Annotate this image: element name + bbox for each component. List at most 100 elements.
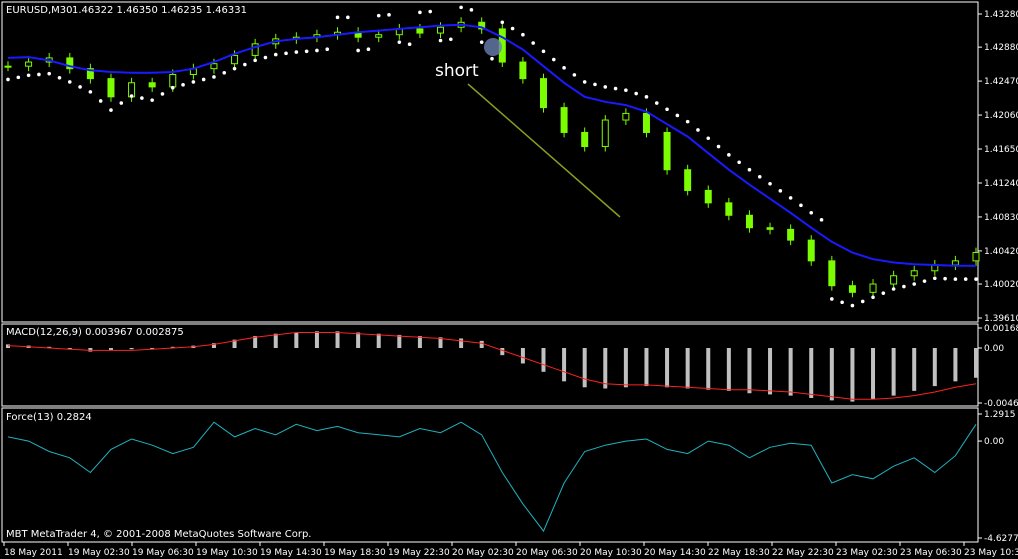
x-tick-label: 20 May 10:30 xyxy=(580,548,642,558)
candle-body xyxy=(910,270,918,277)
y-tick-label: 1.42060 xyxy=(984,111,1018,121)
sar-dot xyxy=(98,99,103,103)
sar-dot xyxy=(160,92,165,96)
sar-dot xyxy=(634,91,638,96)
sar-dot xyxy=(644,95,649,99)
symbol-label: EURUSD,M30 xyxy=(6,5,72,16)
sar-dot xyxy=(593,82,597,87)
y-tick-label: 1.39610 xyxy=(984,314,1018,324)
candle-body xyxy=(416,28,424,34)
macd-histogram-bar xyxy=(314,331,319,348)
y-tick-label: 1.2915 xyxy=(984,410,1016,420)
macd-histogram-bar xyxy=(603,348,608,389)
sar-dot xyxy=(57,75,62,80)
x-tick-label: 20 May 02:30 xyxy=(452,548,514,558)
sar-dot xyxy=(974,277,978,281)
macd-histogram-bar xyxy=(747,348,752,394)
y-tick-label: 1.41650 xyxy=(984,145,1018,155)
macd-histogram-bar xyxy=(376,333,381,348)
sar-dot xyxy=(284,51,288,56)
sar-dot xyxy=(613,86,618,91)
sar-dot xyxy=(119,101,124,105)
sar-dot xyxy=(222,71,227,75)
candle-body xyxy=(539,78,547,109)
candle-body xyxy=(437,26,445,34)
force-plot-layer xyxy=(7,421,977,533)
sar-dot xyxy=(551,57,556,62)
candle-body xyxy=(601,119,609,148)
sar-dot xyxy=(26,73,31,78)
sar-dot xyxy=(449,37,453,42)
force-label: Force(13) 0.2824 xyxy=(6,412,92,423)
sar-dot xyxy=(902,284,906,289)
candle-body xyxy=(519,61,527,80)
candle-body xyxy=(25,61,33,67)
sar-dot xyxy=(624,88,628,93)
sar-dot xyxy=(243,62,247,67)
sar-dot xyxy=(922,279,927,283)
sar-dot xyxy=(346,15,350,20)
macd-histogram-bar xyxy=(397,334,402,348)
sar-dot xyxy=(304,49,309,54)
y-tick-label: 1.43280 xyxy=(984,10,1018,20)
macd-histogram-bar xyxy=(953,348,958,382)
macd-histogram-bar xyxy=(335,331,340,348)
sar-dot xyxy=(315,48,319,53)
candle-body xyxy=(704,189,712,204)
y-tick-label: 1.42470 xyxy=(984,77,1018,87)
y-tick-label: 1.40420 xyxy=(984,247,1018,257)
sar-dot xyxy=(418,10,422,15)
sar-dot xyxy=(150,98,154,102)
sar-dot xyxy=(665,107,669,112)
x-tick-label: 20 May 06:30 xyxy=(516,548,578,558)
sar-dot xyxy=(459,5,463,10)
x-tick-label: 23 May 06:30 xyxy=(900,548,962,558)
candle-body xyxy=(684,169,692,191)
candle-body xyxy=(642,112,650,133)
copyright-label: MBT MetaTrader 4, © 2001-2008 MetaQuotes… xyxy=(6,529,311,540)
x-tick-label: 19 May 06:30 xyxy=(132,548,194,558)
sar-dot xyxy=(582,80,587,84)
sar-dot xyxy=(809,211,814,215)
macd-histogram-bar xyxy=(706,348,711,390)
y-tick-label: 1.40830 xyxy=(984,213,1018,223)
sar-dot xyxy=(747,167,752,172)
candle-body xyxy=(766,227,774,230)
sar-dot xyxy=(696,128,700,132)
macd-histogram-bar xyxy=(129,348,134,350)
macd-histogram-bar xyxy=(912,348,917,391)
macd-histogram-bar xyxy=(273,333,278,348)
y-tick-label: 0.00 xyxy=(984,437,1004,447)
sar-dot xyxy=(232,66,237,71)
sar-dot xyxy=(438,38,443,43)
macd-histogram-bar xyxy=(500,348,505,356)
sar-dot xyxy=(778,189,783,193)
price-chart: short EURUSD,M30 1.46322 1.46350 1.46235… xyxy=(1,1,1018,558)
x-tick-label: 19 May 10:30 xyxy=(196,548,258,558)
x-tick-label: 19 May 18:30 xyxy=(324,548,386,558)
sar-dot xyxy=(706,136,711,141)
macd-histogram-bar xyxy=(294,332,299,348)
sar-dot xyxy=(387,13,391,17)
candle-body xyxy=(745,214,753,229)
sar-dot xyxy=(273,52,278,57)
sar-dot xyxy=(881,291,886,295)
macd-histogram-bar xyxy=(871,348,876,400)
macd-histogram-bar xyxy=(88,348,93,352)
sar-dot xyxy=(850,303,855,308)
sar-dot xyxy=(181,83,185,87)
sar-dot xyxy=(768,182,772,186)
sar-dot xyxy=(891,287,896,291)
candle-body xyxy=(148,82,156,88)
candle-body xyxy=(231,54,239,65)
macd-histogram-bar xyxy=(644,348,649,387)
sar-dot xyxy=(799,203,803,208)
short-annotation: short xyxy=(435,61,479,81)
x-tick-label: 23 May 02:30 xyxy=(836,548,898,558)
macd-label: MACD(12,26,9) 0.003967 0.002875 xyxy=(6,327,184,338)
sar-dot xyxy=(500,20,505,25)
macd-histogram-bar xyxy=(582,348,587,388)
sar-dot xyxy=(572,73,577,77)
x-tick-label: 19 May 14:30 xyxy=(260,548,322,558)
sar-dot xyxy=(603,85,608,89)
